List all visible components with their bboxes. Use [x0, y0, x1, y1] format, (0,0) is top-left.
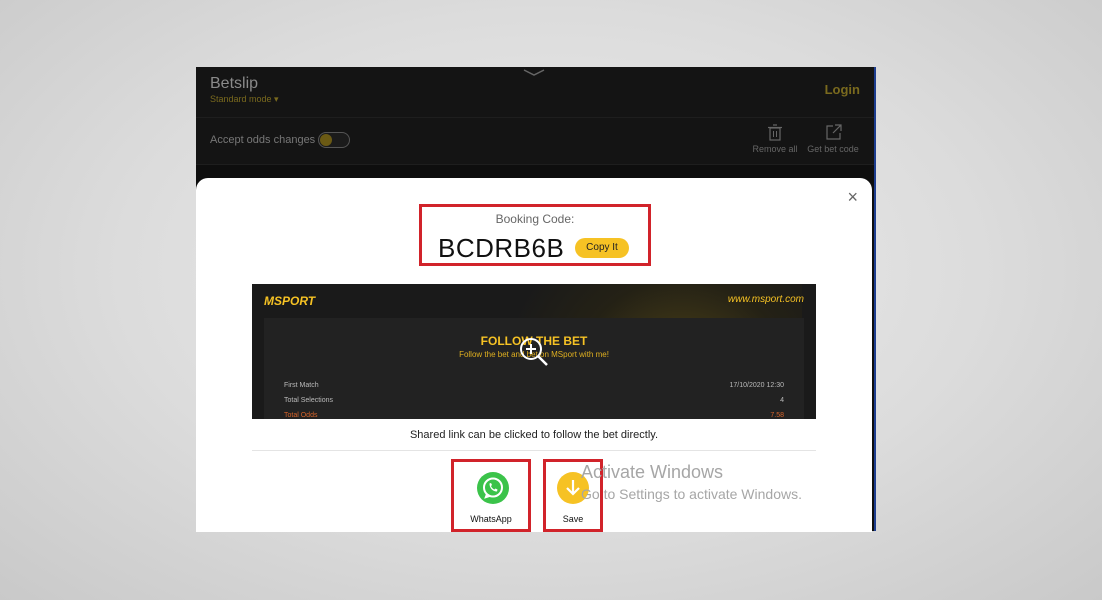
zoom-in-icon[interactable] — [518, 336, 550, 368]
trash-icon — [768, 124, 782, 141]
share-out-icon — [825, 124, 842, 140]
preview-row-value: 17/10/2020 12:30 — [729, 382, 785, 389]
booking-code-box: Booking Code: BCDRB6B Copy It — [419, 204, 651, 266]
betslip-toolbar: Accept odds changes Remove all Get bet c… — [196, 117, 874, 165]
whatsapp-share-button[interactable]: WhatsApp — [451, 459, 531, 532]
accept-odds-label: Accept odds changes — [210, 134, 316, 146]
preview-site-url: www.msport.com — [727, 294, 804, 305]
chevron-down-icon[interactable] — [522, 67, 546, 79]
betslip-title: Betslip — [210, 75, 259, 92]
preview-row-label: Total Selections — [284, 397, 334, 404]
close-icon[interactable]: × — [847, 188, 858, 206]
mode-selector[interactable]: Standard mode ▾ — [210, 94, 279, 105]
bet-preview-image[interactable]: MSPORT www.msport.com FOLLOW THE BET Fol… — [252, 284, 816, 419]
whatsapp-label: WhatsApp — [470, 514, 512, 524]
msport-logo: MSPORT — [264, 294, 316, 308]
toggle-knob — [320, 134, 332, 146]
preview-row-value: 4 — [780, 397, 784, 404]
shared-link-note: Shared link can be clicked to follow the… — [409, 429, 659, 441]
remove-all-label: Remove all — [752, 144, 798, 154]
copy-button[interactable]: Copy It — [575, 238, 629, 258]
preview-row-label: First Match — [284, 382, 319, 389]
divider — [252, 450, 816, 451]
whatsapp-icon — [477, 472, 509, 504]
preview-row-value: 7.58 — [770, 412, 784, 419]
betslip-header: Betslip Standard mode ▾ Login — [196, 67, 874, 115]
preview-row-label: Total Odds — [284, 412, 318, 419]
remove-all-button[interactable]: Remove all — [750, 124, 800, 154]
save-label: Save — [562, 514, 584, 524]
get-bet-code-button[interactable]: Get bet code — [804, 124, 862, 154]
get-bet-code-label: Get bet code — [807, 144, 859, 154]
accept-odds-toggle[interactable] — [318, 132, 350, 148]
download-icon — [557, 472, 589, 504]
login-button[interactable]: Login — [825, 82, 860, 97]
booking-code-label: Booking Code: — [495, 212, 575, 226]
booking-code-modal: × Booking Code: BCDRB6B Copy It MSPORT w… — [196, 178, 872, 532]
booking-code-value: BCDRB6B — [438, 233, 565, 263]
save-button[interactable]: Save — [543, 459, 603, 532]
